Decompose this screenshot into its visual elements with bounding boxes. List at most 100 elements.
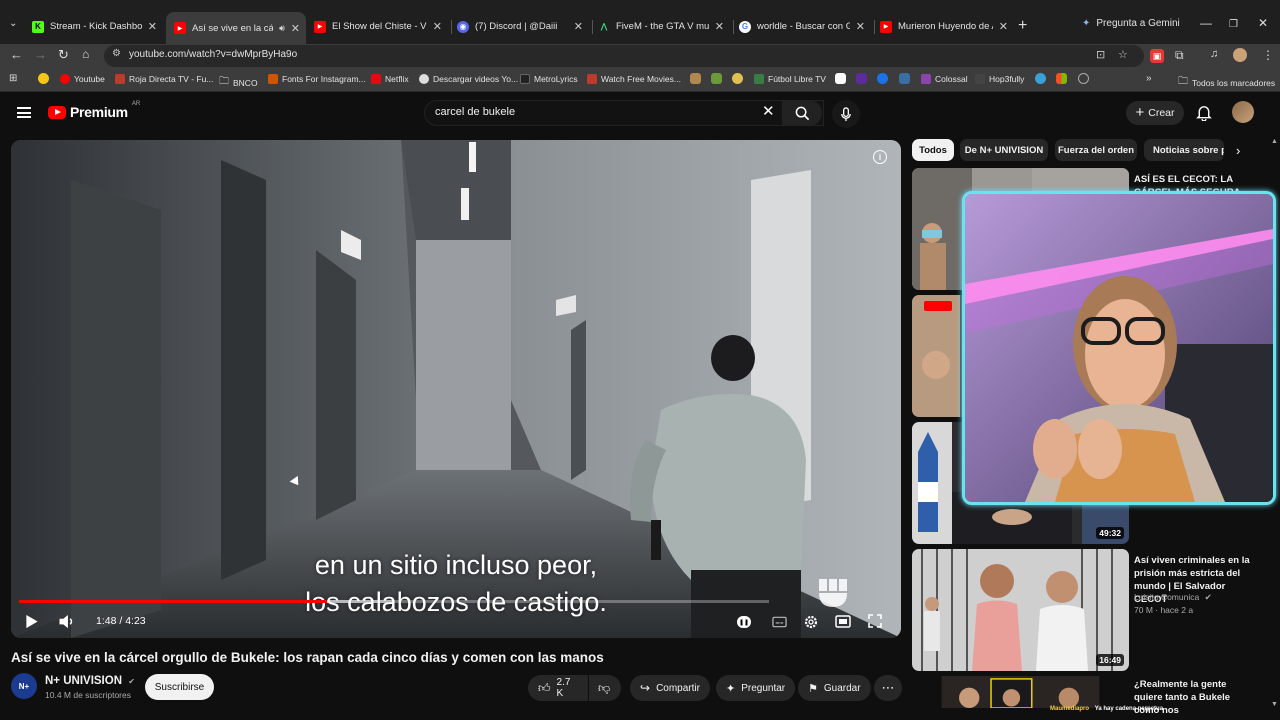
chip-fuerza-del-orden[interactable]: Fuerza del orden (1055, 139, 1137, 161)
bookmark-youtube[interactable]: Youtube (60, 74, 105, 84)
bookmark-icon-10[interactable] (1078, 73, 1089, 84)
discord-icon: ◉ (457, 20, 469, 33)
more-actions-button[interactable]: ⋯ (874, 675, 902, 701)
bookmark-icon-6[interactable] (877, 73, 888, 84)
scroll-down-icon[interactable]: ▼ (1271, 701, 1278, 708)
recommendation-item[interactable]: 16:49 Así viven criminales en la prisión… (912, 549, 1272, 671)
like-button[interactable]: 👍︎ 2.7 K (528, 675, 588, 701)
clear-search-icon[interactable]: ✕ (762, 102, 775, 120)
install-app-icon[interactable]: ⊡ (1096, 48, 1105, 61)
channel-name[interactable]: N+ UNIVISION ✔︎ (45, 675, 135, 687)
extension-red-icon[interactable]: ▣ (1150, 49, 1164, 63)
play-icon[interactable] (25, 614, 39, 629)
bookmark-fonts[interactable]: Fonts For Instagram... (268, 74, 366, 84)
close-tab-icon[interactable]: ✕ (709, 20, 730, 33)
media-control-icon[interactable]: ♫ (1210, 48, 1218, 60)
fullscreen-icon[interactable] (868, 614, 882, 628)
bookmark-star-icon[interactable]: ☆ (1118, 48, 1128, 61)
chip-de-n-univision[interactable]: De N+ UNIVISION (960, 139, 1048, 161)
gemini-button[interactable]: ✦ Pregunta a Gemini (1082, 18, 1180, 29)
voice-search-button[interactable] (832, 100, 860, 128)
bookmark-icon-7[interactable] (899, 73, 910, 84)
minimize-button[interactable]: — (1200, 16, 1212, 30)
browser-tab-google[interactable]: G worldle - Buscar con Goog ✕ (735, 17, 871, 36)
video-player[interactable]: i en un sitio incluso peor, los calabozo… (11, 140, 901, 638)
site-info-icon[interactable]: ⚙︎ (112, 48, 121, 59)
bookmark-hop3fully[interactable]: Hop3fully (975, 74, 1024, 84)
search-button[interactable] (782, 100, 822, 126)
theater-mode-icon[interactable] (835, 615, 851, 628)
forward-icon[interactable]: → (34, 47, 47, 62)
tab-search-icon[interactable]: ⌄ (9, 18, 17, 29)
bookmark-icon-2[interactable] (711, 73, 722, 84)
browser-tab-fivem[interactable]: ⋀ FiveM - the GTA V multipl ✕ (594, 17, 730, 36)
settings-gear-icon[interactable] (803, 614, 819, 630)
share-button[interactable]: ↪ Compartir (630, 675, 710, 701)
profile-avatar-icon[interactable] (1233, 48, 1247, 62)
info-icon[interactable]: i (873, 150, 887, 164)
close-tab-icon[interactable]: ✕ (427, 20, 448, 33)
close-tab-icon[interactable]: ✕ (993, 20, 1014, 33)
back-icon[interactable]: ← (10, 47, 23, 62)
channel-avatar[interactable]: N+ (11, 673, 37, 699)
account-avatar[interactable] (1232, 101, 1254, 123)
close-tab-icon[interactable]: ✕ (142, 20, 163, 33)
chip-todos[interactable]: Todos (912, 139, 954, 161)
bookmark-futbol-libre[interactable]: Fútbol Libre TV (754, 74, 826, 84)
chevron-right-icon[interactable]: › (1236, 143, 1240, 158)
browser-tab-murieron[interactable]: ▶ Murieron Huyendo de Alg ✕ (876, 17, 1014, 36)
bookmark-descargar[interactable]: Descargar videos Yo... (419, 74, 518, 84)
all-bookmarks[interactable]: 🗀︎ Todos los marcadores (1178, 74, 1275, 91)
address-bar[interactable]: ⚙︎ youtube.com/watch?v=dwMprByHa9o ⊡ ☆ (104, 45, 1144, 67)
dislike-button[interactable]: 👎︎ (589, 675, 621, 701)
menu-hamburger-icon[interactable] (17, 107, 31, 118)
duration-badge: 49:32 (1096, 527, 1124, 539)
subtitles-icon[interactable] (772, 616, 787, 628)
emoji-bookmark-icon[interactable] (38, 73, 49, 84)
browser-tab-youtube-active[interactable]: ▶ Así se vive en la cárcel 🔊︎ ✕ (166, 12, 306, 44)
subscribe-button[interactable]: Suscribirse (145, 674, 214, 700)
page-scrollbar[interactable]: ▲ ▼ (1271, 138, 1278, 708)
notifications-bell-icon[interactable] (1196, 104, 1212, 121)
browser-tab-discord[interactable]: ◉ (7) Discord | @Daiii ✕ (453, 17, 589, 36)
bookmark-netflix[interactable]: Netflix (371, 74, 409, 84)
menu-kebab-icon[interactable]: ⋮ (1262, 48, 1274, 62)
bookmark-icon-9[interactable] (1056, 73, 1067, 84)
close-window-button[interactable]: ✕ (1258, 16, 1268, 30)
progress-bar[interactable] (19, 600, 769, 603)
recommendation-channel[interactable]: Luisito Comunica ✔︎ (1134, 592, 1212, 603)
new-tab-button[interactable]: + (1018, 17, 1027, 35)
extensions-puzzle-icon[interactable]: ⧉ (1175, 48, 1184, 63)
bookmark-icon-1[interactable] (690, 73, 701, 84)
search-input[interactable] (435, 106, 755, 118)
close-tab-icon[interactable]: ✕ (850, 20, 871, 33)
browser-tab-show-chiste[interactable]: ▶ El Show del Chiste - VIDEO ✕ (310, 17, 448, 36)
scroll-up-icon[interactable]: ▲ (1271, 138, 1278, 145)
bookmark-icon-8[interactable] (1035, 73, 1046, 84)
apps-grid-icon[interactable]: ⊞ (9, 73, 17, 84)
chip-noticias[interactable]: Noticias sobre p (1144, 139, 1224, 161)
close-tab-icon[interactable]: ✕ (568, 20, 589, 33)
youtube-premium-logo[interactable]: Premium AR (48, 101, 140, 120)
bookmark-roja-directa[interactable]: Roja Directa TV - Fu... (115, 74, 213, 84)
close-tab-icon[interactable]: ✕ (285, 22, 306, 35)
browser-tab-kick[interactable]: K Stream - Kick Dashboard ✕ (28, 17, 163, 36)
reload-icon[interactable]: ↻ (58, 47, 69, 63)
recommendation-item[interactable]: ¿Realmente la gente quiere tanto a Bukel… (912, 676, 1272, 716)
bookmark-icon-3[interactable] (732, 73, 743, 84)
home-icon[interactable]: ⌂ (82, 47, 89, 61)
bookmark-colossal[interactable]: Colossal (921, 74, 968, 84)
bookmark-bnco[interactable]: 🗀︎ BNCO (219, 74, 258, 91)
bookmark-icon-5[interactable] (856, 73, 867, 84)
create-button[interactable]: + Crear (1126, 101, 1184, 125)
bookmark-icon-4[interactable] (835, 73, 846, 84)
bookmark-watch-movies[interactable]: Watch Free Movies... (587, 74, 681, 84)
more-bookmarks-icon[interactable]: » (1146, 73, 1152, 84)
restore-button[interactable]: ❐ (1229, 19, 1238, 30)
volume-icon[interactable] (58, 614, 76, 629)
ask-button[interactable]: ✦ Preguntar (716, 675, 796, 701)
autoplay-toggle[interactable]: ❚❚ (737, 616, 751, 628)
univision-watermark-icon (819, 579, 847, 607)
save-button[interactable]: ⚑ Guardar (798, 675, 871, 701)
bookmark-metrolyrics[interactable]: MetroLyrics (520, 74, 578, 84)
